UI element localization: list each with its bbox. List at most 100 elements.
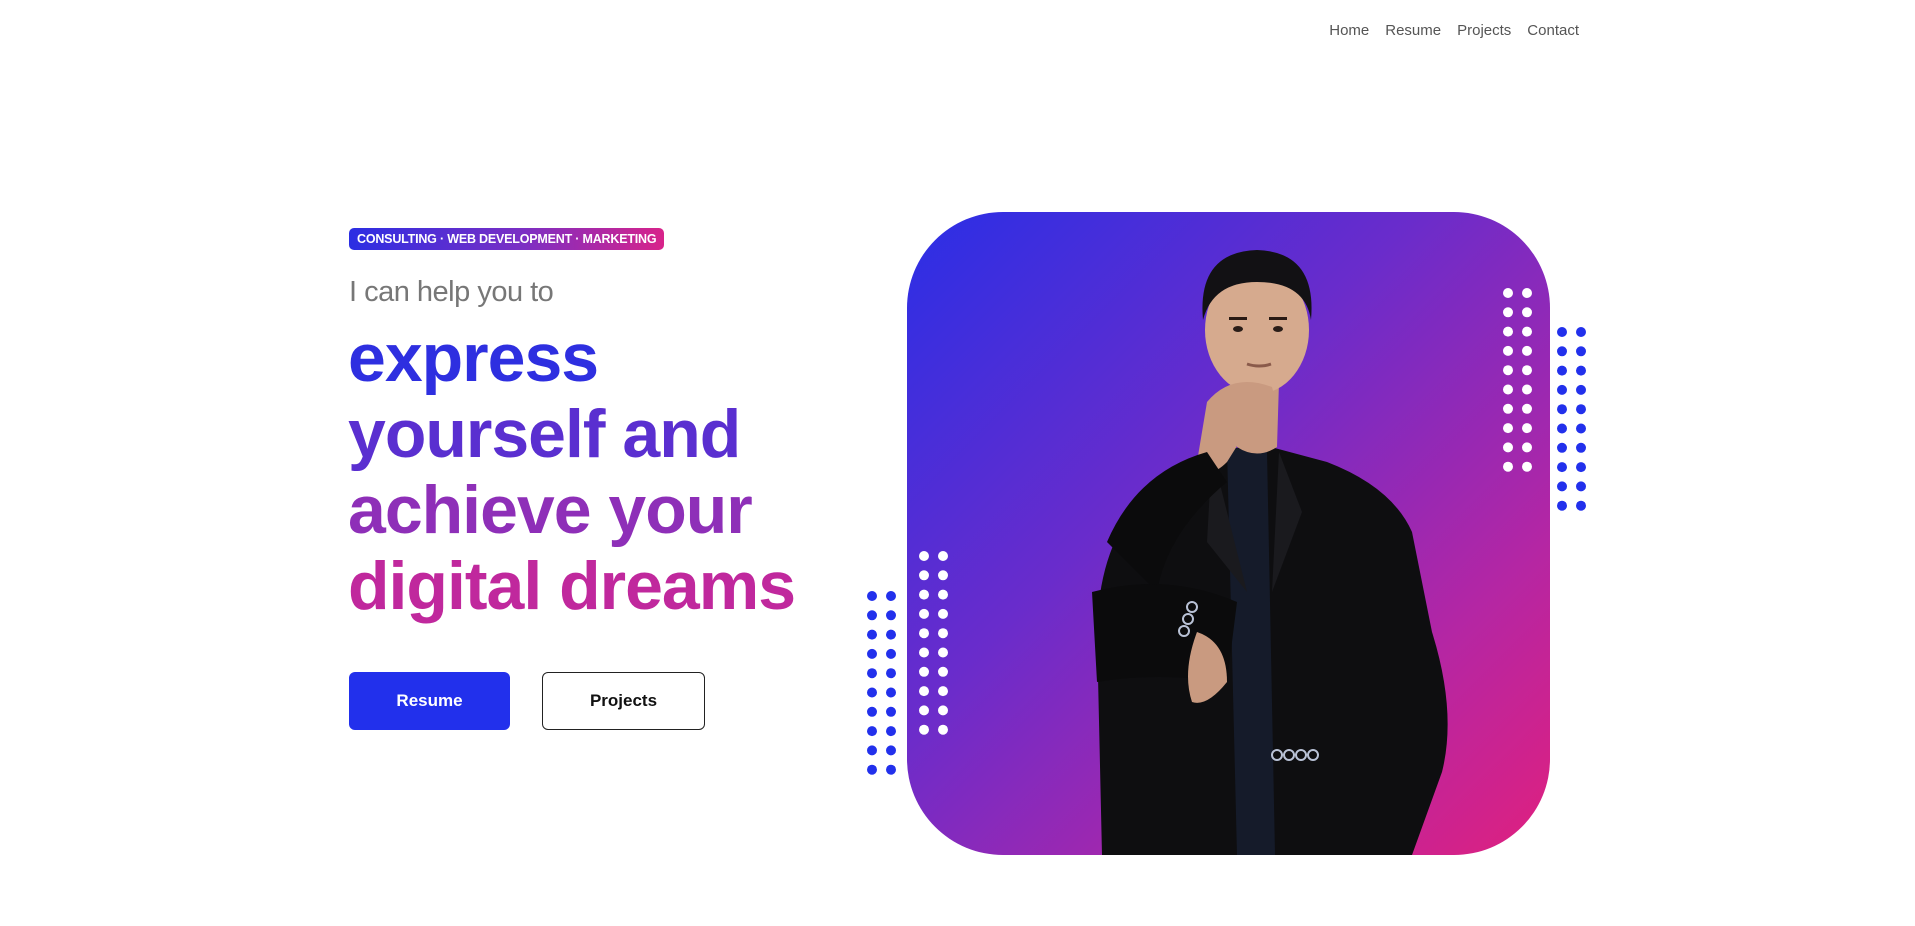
dot [1576,404,1586,415]
dot [938,551,948,561]
profile-photo-card [907,212,1550,855]
dot [1557,365,1567,376]
dot [886,745,896,756]
dot-pattern-right-blue [1557,327,1586,511]
dot [867,629,877,640]
profile-photo [1092,250,1448,855]
dot [1522,384,1532,395]
dot [886,610,896,621]
projects-button[interactable]: Projects [542,672,705,730]
dot [886,687,896,698]
dot [1557,384,1567,395]
dot [1503,365,1513,376]
dot [938,570,948,581]
dot [1557,500,1567,511]
dot [1503,403,1513,414]
dot [1522,345,1532,356]
nav-contact-link[interactable]: Contact [1527,22,1579,39]
dot [919,666,929,677]
dot [1576,384,1586,395]
dot [1576,500,1586,511]
dot [938,647,948,658]
dot [1503,307,1513,318]
dot [1503,288,1513,298]
dot [1576,346,1586,357]
dot [919,570,929,581]
nav-projects-link[interactable]: Projects [1457,22,1511,39]
dot [1576,327,1586,337]
dot [886,629,896,640]
hero-headline: express yourself and achieve your digita… [348,320,796,624]
dot [1503,442,1513,453]
dot [1522,326,1532,337]
dot [938,666,948,677]
dot-pattern-left-blue [867,591,896,775]
dot [938,705,948,716]
dot [1503,345,1513,356]
dot [1503,326,1513,337]
dot-pattern-left-white [919,551,948,735]
dot [919,608,929,619]
dot [1503,384,1513,395]
dot [1557,442,1567,453]
dot [919,551,929,561]
dot [919,589,929,600]
dot [938,724,948,735]
hero-intro: I can help you to [349,276,554,308]
dot [1522,365,1532,376]
main-nav: Home Resume Projects Contact [1329,22,1579,39]
dot [886,668,896,679]
dot-pattern-right-white [1503,288,1532,472]
nav-resume-link[interactable]: Resume [1385,22,1441,39]
dot [867,610,877,621]
headline-line-4: digital dreams [348,548,796,624]
dot [938,589,948,600]
services-badge: CONSULTING · WEB DEVELOPMENT · MARKETING [349,228,665,250]
dot [1522,403,1532,414]
dot [919,724,929,735]
headline-line-2: yourself and [348,396,741,472]
dot [938,628,948,639]
dot [886,764,896,775]
dot [886,726,896,737]
dot [867,648,877,659]
dot [867,687,877,698]
dot [867,726,877,737]
dot [1503,423,1513,434]
dot [886,591,896,601]
dot [1522,442,1532,453]
dot [886,706,896,717]
dot [1557,423,1567,434]
nav-home-link[interactable]: Home [1329,22,1369,39]
resume-button[interactable]: Resume [349,672,510,730]
dot [867,706,877,717]
dot [1522,288,1532,298]
dot [1576,481,1586,492]
dot [1557,462,1567,473]
dot [1557,481,1567,492]
dot [867,745,877,756]
headline-line-1: express [348,320,599,396]
dot [1557,346,1567,357]
dot [1576,462,1586,473]
dot [886,648,896,659]
dot [1557,404,1567,415]
dot [938,608,948,619]
dot [919,628,929,639]
dot [1576,442,1586,453]
dot [919,705,929,716]
dot [919,647,929,658]
headline-line-3: achieve your [348,472,753,548]
dot [867,668,877,679]
dot [1557,327,1567,337]
dot [938,686,948,697]
dot [1576,365,1586,376]
dot [1503,461,1513,472]
dot [867,591,877,601]
dot [1576,423,1586,434]
dot [1522,307,1532,318]
dot [919,686,929,697]
dot [867,764,877,775]
dot [1522,423,1532,434]
dot [1522,461,1532,472]
